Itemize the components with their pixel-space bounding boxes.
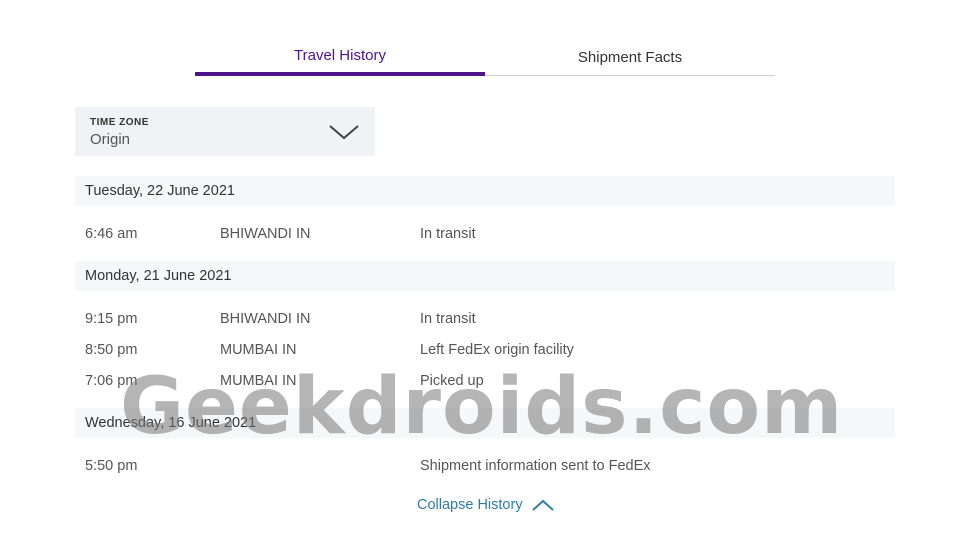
day-group: Wednesday, 16 June 2021 5:50 pm Shipment… xyxy=(75,408,895,493)
event-status: In transit xyxy=(420,310,476,327)
event-time: 9:15 pm xyxy=(85,310,138,327)
tab-shipment-facts[interactable]: Shipment Facts xyxy=(485,40,775,76)
time-zone-value: Origin xyxy=(90,131,131,148)
event-location: MUMBAI IN xyxy=(220,372,297,389)
event-time: 7:06 pm xyxy=(85,372,138,389)
event-location: BHIWANDI IN xyxy=(220,225,311,242)
event-time: 5:50 pm xyxy=(85,457,138,474)
event-status: Picked up xyxy=(420,372,484,389)
event-status: Shipment information sent to FedEx xyxy=(420,457,651,474)
time-zone-select[interactable]: TIME ZONE Origin xyxy=(75,107,375,156)
day-header: Monday, 21 June 2021 xyxy=(75,261,895,291)
collapse-history-label: Collapse History xyxy=(417,497,523,513)
event-time: 6:46 am xyxy=(85,225,138,242)
chevron-down-icon xyxy=(329,125,359,140)
time-zone-label: TIME ZONE xyxy=(90,117,149,128)
day-group: Tuesday, 22 June 2021 6:46 am BHIWANDI I… xyxy=(75,176,895,261)
day-header: Tuesday, 22 June 2021 xyxy=(75,176,895,206)
day-header: Wednesday, 16 June 2021 xyxy=(75,408,895,438)
chevron-up-icon xyxy=(531,499,554,511)
tab-travel-history[interactable]: Travel History xyxy=(195,40,485,76)
tab-shipment-facts-label: Shipment Facts xyxy=(577,49,683,66)
table-row: 7:06 pm MUMBAI IN Picked up xyxy=(75,365,895,396)
event-location: BHIWANDI IN xyxy=(220,310,311,327)
table-row: 5:50 pm Shipment information sent to Fed… xyxy=(75,450,895,481)
table-row: 9:15 pm BHIWANDI IN In transit xyxy=(75,303,895,334)
event-time: 8:50 pm xyxy=(85,341,138,358)
day-group: Monday, 21 June 2021 9:15 pm BHIWANDI IN… xyxy=(75,261,895,408)
event-status: In transit xyxy=(420,225,476,242)
event-status: Left FedEx origin facility xyxy=(420,341,574,358)
table-row: 6:46 am BHIWANDI IN In transit xyxy=(75,218,895,249)
collapse-history-link[interactable]: Collapse History xyxy=(417,495,555,515)
tab-travel-history-label: Travel History xyxy=(294,47,386,64)
event-location: MUMBAI IN xyxy=(220,341,297,358)
travel-history-list: Tuesday, 22 June 2021 6:46 am BHIWANDI I… xyxy=(75,176,895,493)
tab-bar: Travel History Shipment Facts xyxy=(195,40,775,76)
table-row: 8:50 pm MUMBAI IN Left FedEx origin faci… xyxy=(75,334,895,365)
